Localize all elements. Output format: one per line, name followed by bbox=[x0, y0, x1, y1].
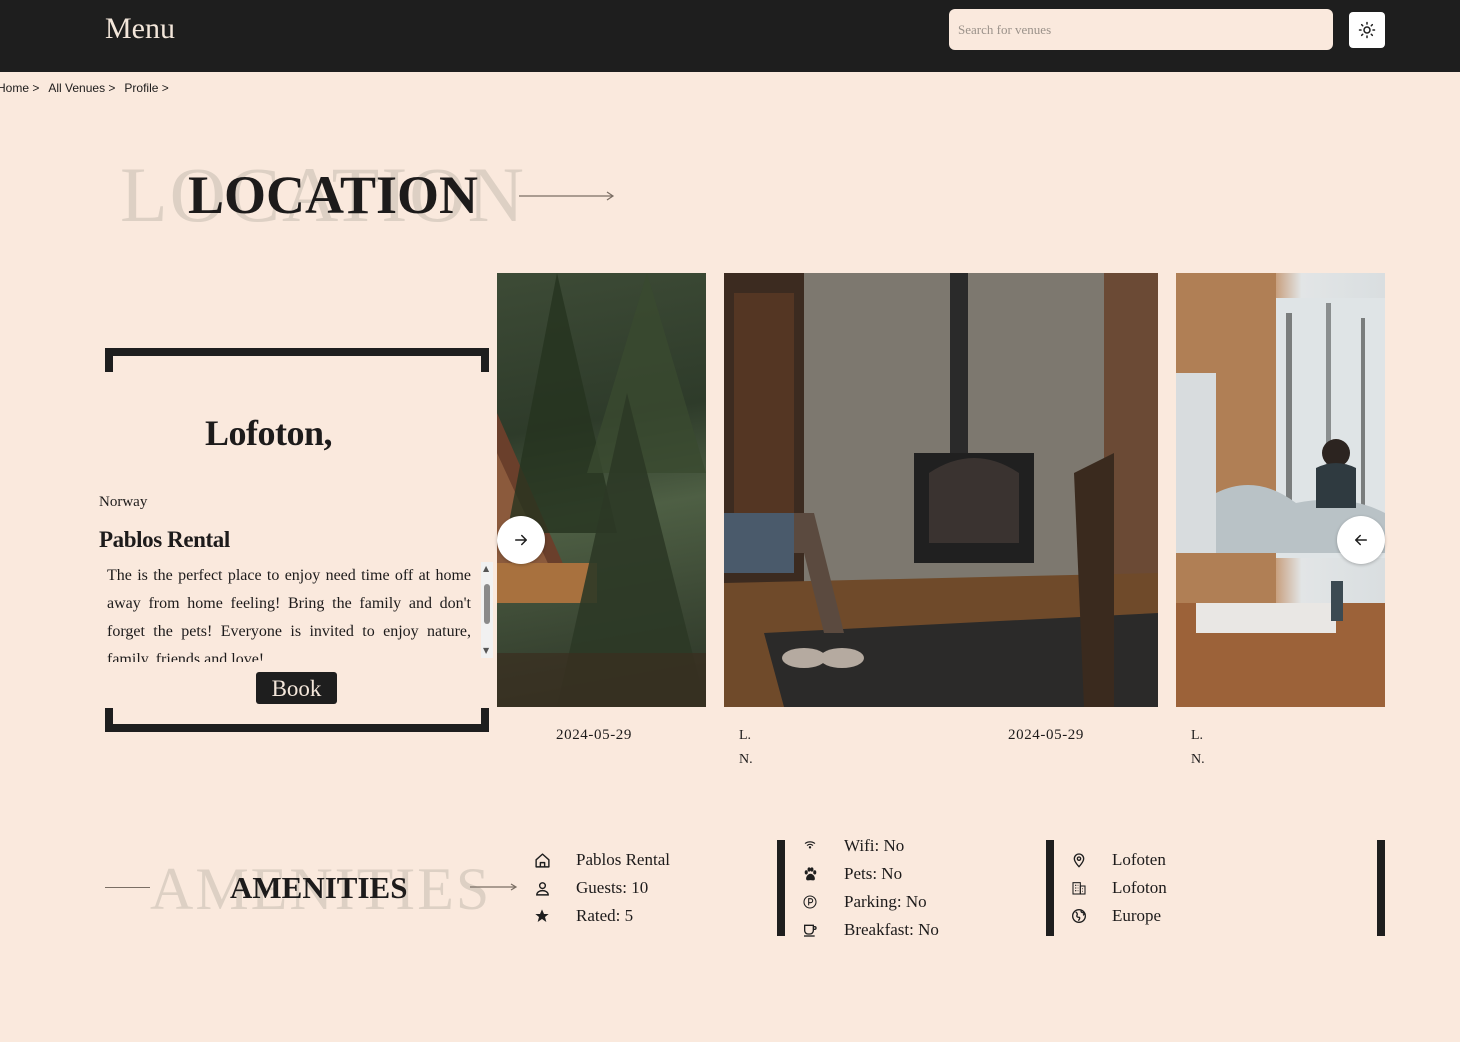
book-button[interactable]: Book bbox=[256, 672, 337, 704]
search-input[interactable] bbox=[949, 9, 1333, 50]
wifi-icon bbox=[801, 837, 819, 855]
user-icon bbox=[533, 879, 551, 897]
amenity-wifi-text: Wifi: No bbox=[844, 836, 905, 855]
card-bracket-bottom bbox=[105, 708, 489, 732]
map-pin-icon bbox=[1070, 851, 1088, 869]
stove-room-image bbox=[724, 273, 1158, 707]
venue-description-scroll[interactable]: The is the perfect place to enjoy need t… bbox=[107, 562, 493, 662]
amenities-divider-1 bbox=[777, 840, 785, 936]
breadcrumb: Home > All Venues > Profile > bbox=[0, 81, 178, 95]
top-bar: Menu bbox=[0, 0, 1460, 72]
window-nook-image bbox=[1176, 273, 1385, 707]
star-icon bbox=[533, 907, 551, 925]
gallery-prev-button[interactable] bbox=[1337, 516, 1385, 564]
amenity-summary-rating-text: Rated: 5 bbox=[576, 906, 634, 925]
paw-icon bbox=[801, 865, 819, 883]
amenity-summary-name-text: Pablos Rental bbox=[576, 850, 670, 869]
amenity-parking: Parking: No bbox=[801, 892, 927, 912]
description-scrollbar[interactable]: ▲ ▼ bbox=[481, 562, 493, 658]
amenity-wifi: Wifi: No bbox=[801, 836, 904, 856]
breadcrumb-profile[interactable]: Profile > bbox=[124, 81, 168, 95]
gallery-date-1: 2024-05-29 bbox=[556, 727, 632, 743]
theme-toggle-button[interactable] bbox=[1349, 12, 1385, 48]
amenity-summary-guests: Guests: 10 bbox=[533, 878, 648, 898]
amenity-pets-text: Pets: No bbox=[844, 864, 903, 883]
sun-icon bbox=[1358, 21, 1376, 39]
amenities-divider-3 bbox=[1377, 840, 1385, 936]
forest-cabin-image bbox=[497, 273, 706, 707]
gallery-caption-1-line1: L. bbox=[739, 728, 752, 743]
arrow-right-icon bbox=[515, 534, 527, 546]
amenity-pets: Pets: No bbox=[801, 864, 902, 884]
amenity-summary-guests-text: Guests: 10 bbox=[576, 878, 649, 897]
amenity-location-continent: Europe bbox=[1070, 906, 1161, 926]
scroll-down-icon[interactable]: ▼ bbox=[483, 646, 489, 655]
gallery-caption-2-line2: N. bbox=[1191, 752, 1205, 767]
arrow-left-icon bbox=[1355, 534, 1367, 546]
amenity-location-city-text: Lofoten bbox=[1112, 850, 1166, 869]
venue-description: The is the perfect place to enjoy need t… bbox=[107, 567, 471, 662]
menu-button[interactable]: Menu bbox=[105, 12, 175, 46]
amenity-location-area-text: Lofoton bbox=[1112, 878, 1167, 897]
location-arrow-icon bbox=[519, 191, 615, 201]
breadcrumb-home[interactable]: Home > bbox=[0, 81, 39, 95]
gallery-date-2: 2024-05-29 bbox=[1008, 727, 1084, 743]
venue-country: Norway bbox=[99, 494, 148, 510]
venue-photo-forest-cabin bbox=[497, 273, 706, 707]
amenities-title: AMENITIES bbox=[230, 870, 408, 905]
coffee-icon bbox=[801, 921, 819, 939]
scrollbar-thumb[interactable] bbox=[484, 584, 490, 624]
amenity-summary-rating: Rated: 5 bbox=[533, 906, 633, 926]
venue-photo-window-nook bbox=[1176, 273, 1385, 707]
gallery-caption-2-line1: L. bbox=[1191, 728, 1204, 743]
amenity-parking-text: Parking: No bbox=[844, 892, 927, 911]
amenities-arrow-icon bbox=[470, 883, 518, 891]
amenity-breakfast-text: Breakfast: No bbox=[844, 920, 939, 939]
location-title: LOCATION bbox=[188, 165, 479, 225]
amenity-location-city: Lofoten bbox=[1070, 850, 1166, 870]
amenities-divider-2 bbox=[1046, 840, 1054, 936]
venue-city: Lofoton, bbox=[205, 413, 333, 453]
amenity-breakfast: Breakfast: No bbox=[801, 920, 939, 940]
card-bracket-top bbox=[105, 348, 489, 372]
building-icon bbox=[1070, 879, 1088, 897]
venue-photo-stove-room bbox=[724, 273, 1158, 707]
amenity-location-area: Lofoton bbox=[1070, 878, 1167, 898]
breadcrumb-all-venues[interactable]: All Venues > bbox=[48, 81, 115, 95]
venue-name: Pablos Rental bbox=[99, 527, 230, 552]
gallery-caption-1-line2: N. bbox=[739, 752, 753, 767]
scroll-up-icon[interactable]: ▲ bbox=[483, 564, 489, 573]
amenity-location-continent-text: Europe bbox=[1112, 906, 1162, 925]
amenities-left-line bbox=[105, 887, 150, 888]
amenity-summary-name: Pablos Rental bbox=[533, 850, 670, 870]
house-icon bbox=[533, 851, 551, 869]
parking-icon bbox=[801, 893, 819, 911]
gallery-next-button[interactable] bbox=[497, 516, 545, 564]
globe-icon bbox=[1070, 907, 1088, 925]
